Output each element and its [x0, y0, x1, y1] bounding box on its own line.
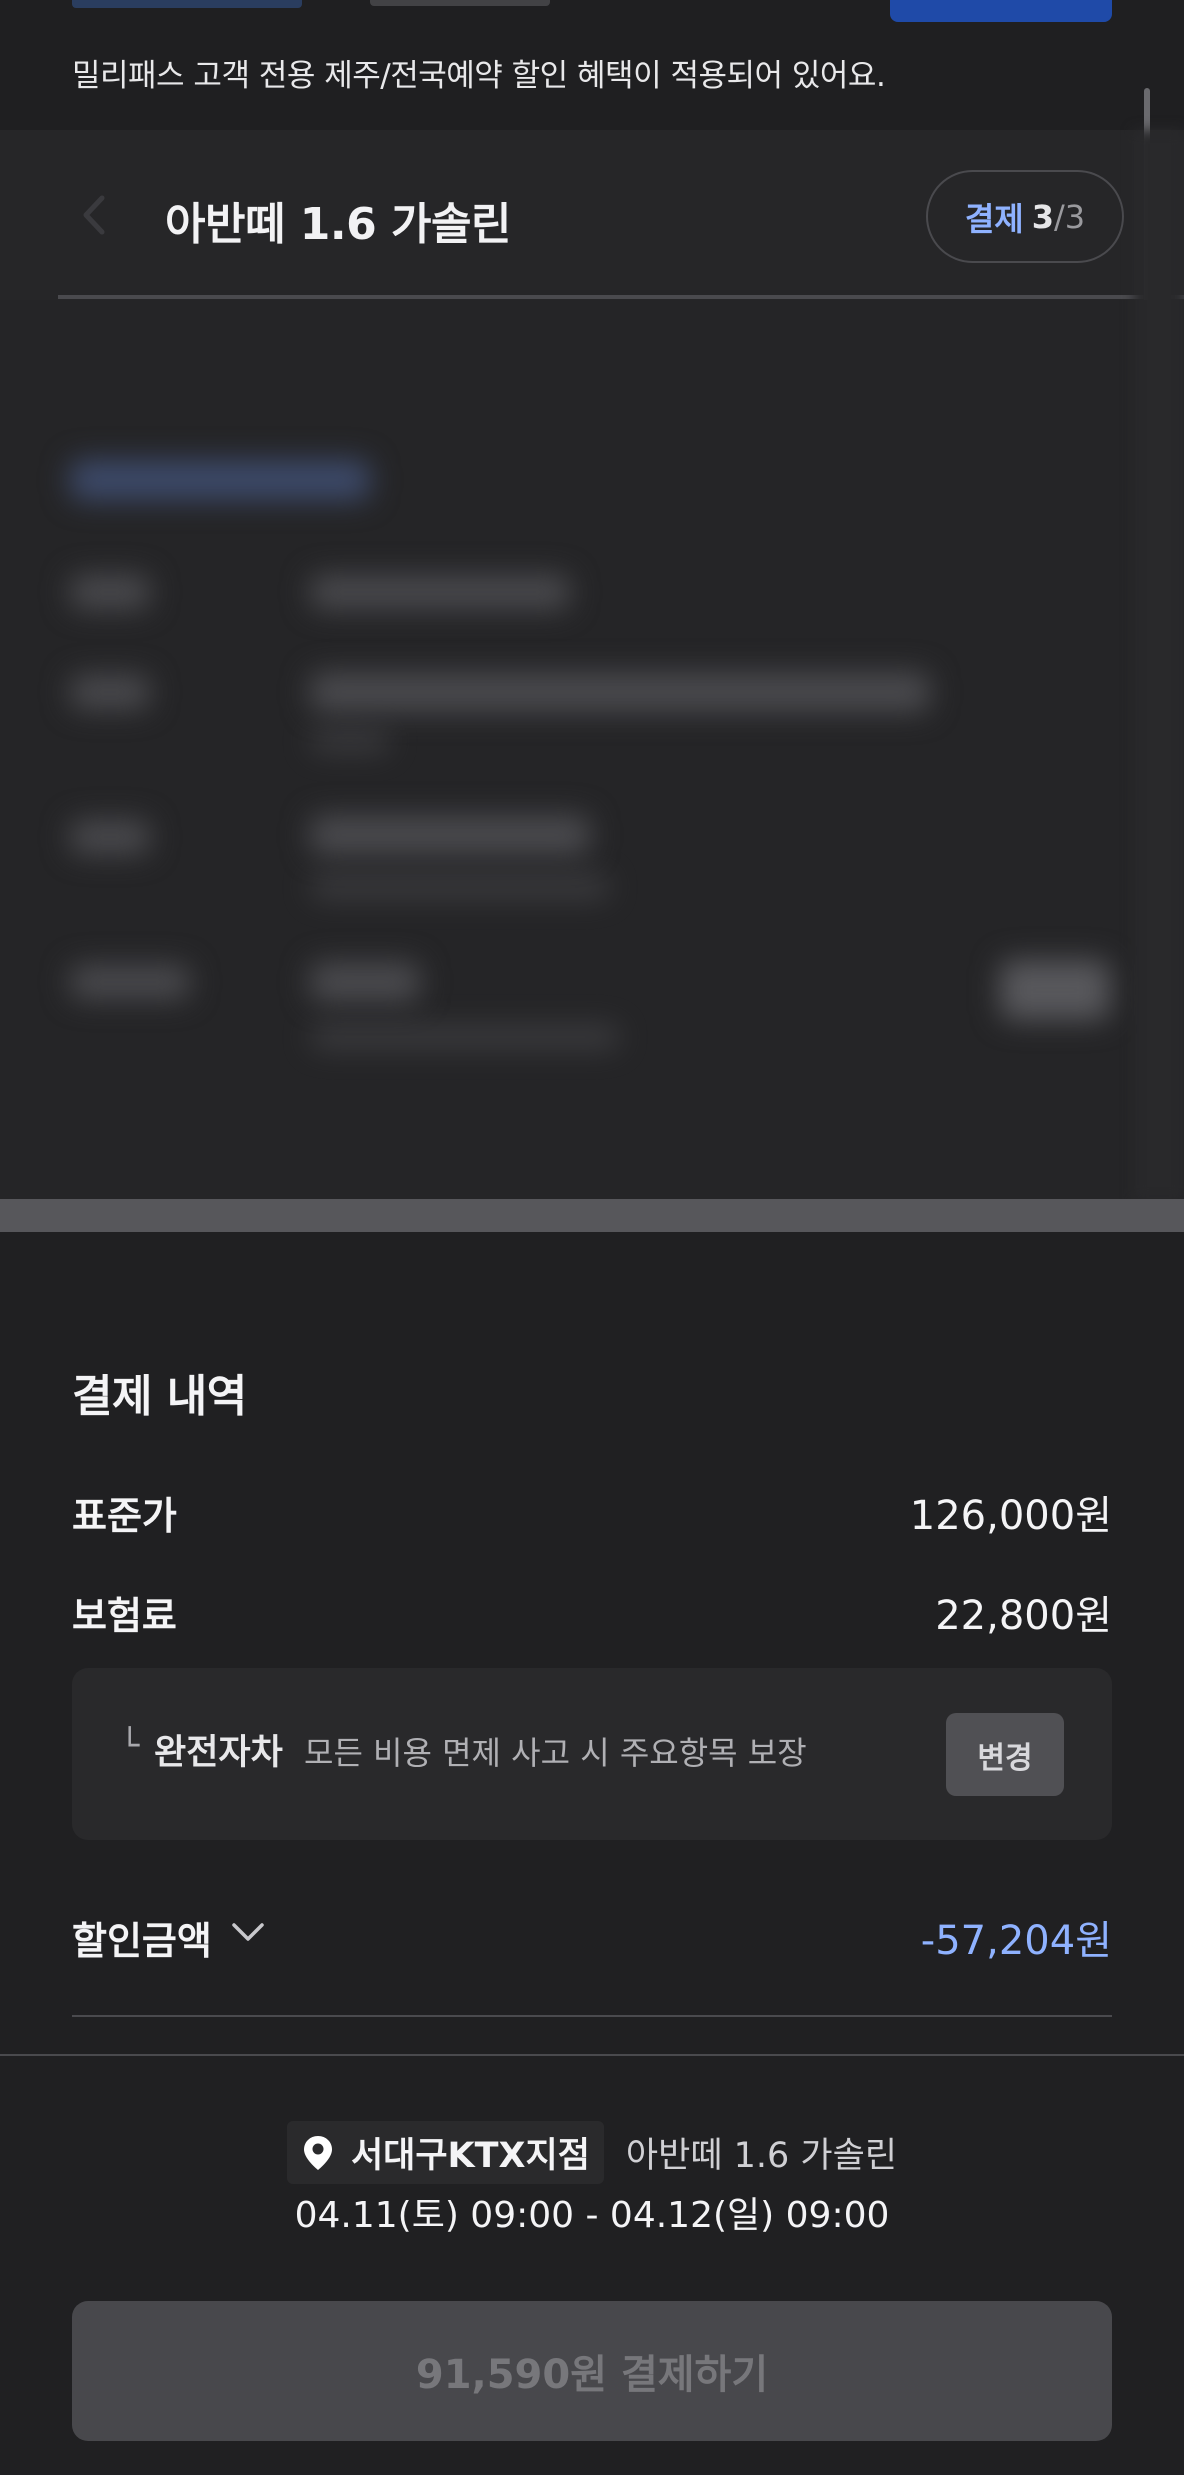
step-total: 3 — [1064, 197, 1086, 236]
discount-label[interactable]: 할인금액 — [72, 1910, 212, 1965]
insurance-plan-name: 완전자차 — [154, 1733, 283, 1773]
benefit-notice: 밀리패스 고객 전용 제주/전국예약 할인 혜택이 적용되어 있어요. — [72, 58, 886, 94]
branch-name: 서대구KTX지점 — [350, 2136, 590, 2176]
top-banner: 밀리패스 고객 전용 제주/전국예약 할인 혜택이 적용되어 있어요. — [0, 0, 1184, 130]
car-title: 아반떼 1.6 가솔린 — [165, 199, 511, 250]
chevron-down-icon[interactable] — [230, 1920, 266, 1944]
payment-section-title: 결제 내역 — [72, 1371, 247, 1422]
back-arrow-icon[interactable] — [70, 190, 120, 240]
location-row: 서대구KTX지점 아반떼 1.6 가솔린 — [0, 2121, 1184, 2184]
right-edge-shadow — [1134, 130, 1184, 1200]
insurance-value: 22,800원 — [935, 1593, 1112, 1639]
insurance-option-box: └ 완전자차 모든 비용 면제 사고 시 주요항목 보장 변경 — [72, 1668, 1112, 1840]
insurance-label: 보험료 — [72, 1594, 177, 1638]
standard-price-label: 표준가 — [72, 1494, 177, 1538]
step-separator: / — [1054, 197, 1065, 236]
header-divider — [58, 295, 1184, 299]
sub-item-corner-icon: └ — [120, 1726, 140, 1764]
banner-action-button[interactable] — [890, 0, 1112, 22]
step-indicator: 결제 3 / 3 — [926, 170, 1124, 263]
step-label: 결제 — [964, 199, 1024, 238]
rental-period: 04.11(토) 09:00 - 04.12(일) 09:00 — [294, 2195, 890, 2236]
reservation-payment-screen: 밀리패스 고객 전용 제주/전국예약 할인 혜택이 적용되어 있어요. 아반떼 … — [0, 0, 1184, 2475]
blurred-reservation-details — [0, 300, 1184, 1200]
change-insurance-button[interactable]: 변경 — [946, 1713, 1064, 1796]
insurance-plan-description: 모든 비용 면제 사고 시 주요항목 보장 — [304, 1734, 807, 1772]
pay-button[interactable]: 91,590원 결제하기 — [72, 2301, 1112, 2441]
partner-logo — [72, 0, 302, 8]
location-pin-icon — [303, 2135, 332, 2170]
step-current: 3 — [1031, 197, 1054, 236]
location-chip: 서대구KTX지점 — [286, 2121, 604, 2184]
reservation-header: 아반떼 1.6 가솔린 결제 3 / 3 — [0, 130, 1184, 300]
section-divider — [0, 1199, 1184, 1232]
discount-value: -57,204원 — [920, 1918, 1112, 1964]
payment-divider — [72, 2015, 1112, 2017]
standard-price-value: 126,000원 — [909, 1493, 1112, 1539]
banner-heading — [370, 0, 550, 6]
summary-car-name: 아반떼 1.6 가솔린 — [625, 2136, 898, 2176]
bottom-summary-sheet: 서대구KTX지점 아반떼 1.6 가솔린 04.11(토) 09:00 - 04… — [0, 2054, 1184, 2475]
